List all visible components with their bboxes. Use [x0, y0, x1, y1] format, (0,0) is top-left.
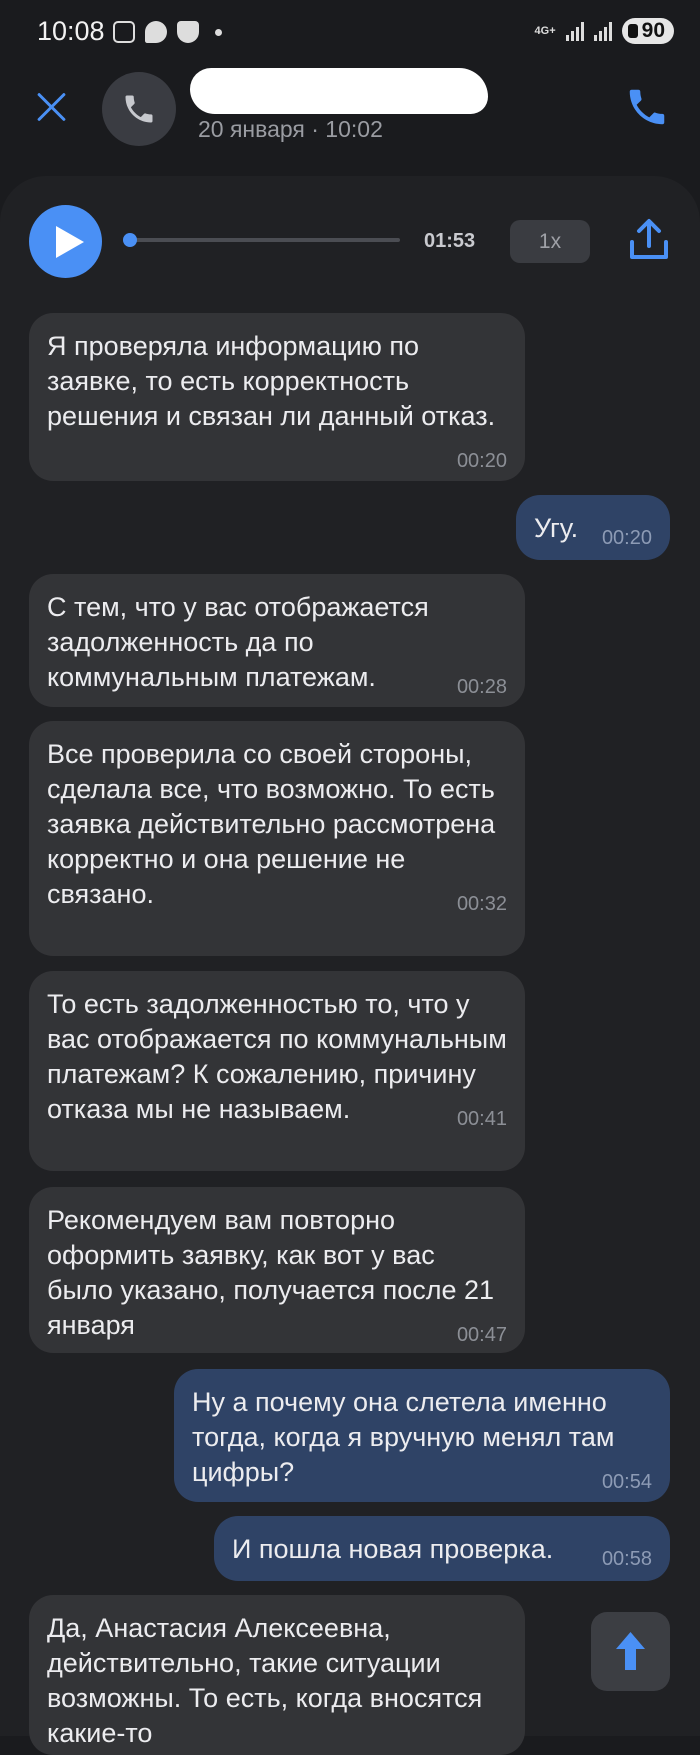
message-bubble-incoming: Я проверяла информацию по заявке, то ест…: [29, 313, 525, 481]
message-time: 00:32: [456, 893, 507, 915]
message-text: И пошла новая проверка.: [232, 1534, 554, 1564]
scroll-up-button[interactable]: [591, 1612, 670, 1691]
message-text: Угу.: [534, 513, 579, 543]
playback-speed-button[interactable]: 1x: [510, 220, 590, 263]
playback-slider-knob[interactable]: [123, 233, 137, 247]
message-text: Я проверяла информацию по заявке, то ест…: [47, 331, 496, 431]
battery-level: 90: [621, 18, 674, 44]
notification-icons: [113, 21, 222, 43]
message-text: Да, Анастасия Алексеевна, действительно,…: [47, 1613, 483, 1748]
signal-icon: [565, 21, 584, 41]
network-type: 4G+: [534, 24, 556, 37]
message-bubble-incoming: С тем, что у вас отображается задолженно…: [29, 574, 525, 707]
message-time: 00:20: [601, 527, 652, 549]
message-bubble-outgoing: И пошла новая проверка. 00:58: [214, 1516, 670, 1581]
upload-icon: [630, 219, 668, 259]
chat-icon: [145, 21, 167, 43]
message-time: 00:20: [456, 450, 507, 472]
status-bar: 10:08 4G+ 90: [0, 0, 700, 66]
message-bubble-outgoing: Угу. 00:20: [516, 495, 670, 560]
phone-icon: [629, 89, 665, 125]
message-time: 00:28: [456, 676, 507, 698]
message-text: Все проверила со своей стороны, сделала …: [47, 739, 496, 909]
signal-icon: [593, 21, 612, 41]
play-button[interactable]: [29, 205, 102, 278]
avatar: [102, 72, 176, 146]
phone-icon: [125, 95, 153, 123]
message-bubble-incoming: То есть задолженностью то, что у вас ото…: [29, 971, 525, 1171]
arrow-up-icon: [616, 1632, 645, 1670]
message-bubble-incoming: Все проверила со своей стороны, сделала …: [29, 721, 525, 956]
message-time: 00:47: [456, 1324, 507, 1346]
screenshot-icon: [113, 21, 135, 43]
playback-slider[interactable]: [123, 233, 400, 247]
message-bubble-incoming: Да, Анастасия Алексеевна, действительно,…: [29, 1595, 525, 1755]
system-icons: 4G+ 90: [535, 18, 674, 44]
message-text: Ну а почему она слетела именно тогда, ко…: [192, 1387, 615, 1487]
message-bubble-outgoing: Ну а почему она слетела именно тогда, ко…: [174, 1369, 670, 1502]
message-text: То есть задолженностью то, что у вас ото…: [47, 989, 507, 1124]
close-icon[interactable]: [34, 90, 68, 124]
contact-name-redacted: [190, 68, 488, 114]
message-text: Рекомендуем вам повторно оформить заявку…: [47, 1205, 495, 1340]
share-button[interactable]: [628, 218, 670, 262]
message-bubble-incoming: Рекомендуем вам повторно оформить заявку…: [29, 1187, 525, 1353]
call-button[interactable]: [624, 84, 670, 130]
audio-duration: 01:53: [424, 230, 476, 252]
message-time: 00:54: [601, 1471, 652, 1493]
message-text: С тем, что у вас отображается задолженно…: [47, 592, 429, 692]
status-time: 10:08: [37, 16, 105, 46]
audio-player: 01:53 1x: [0, 176, 700, 306]
more-notifications-icon: [215, 28, 222, 36]
bank-app-icon: [177, 21, 199, 43]
call-header: 20 января · 10:02: [0, 66, 700, 166]
call-datetime: 20 января · 10:02: [198, 116, 383, 142]
message-time: 00:41: [456, 1108, 507, 1130]
message-time: 00:58: [601, 1548, 652, 1570]
